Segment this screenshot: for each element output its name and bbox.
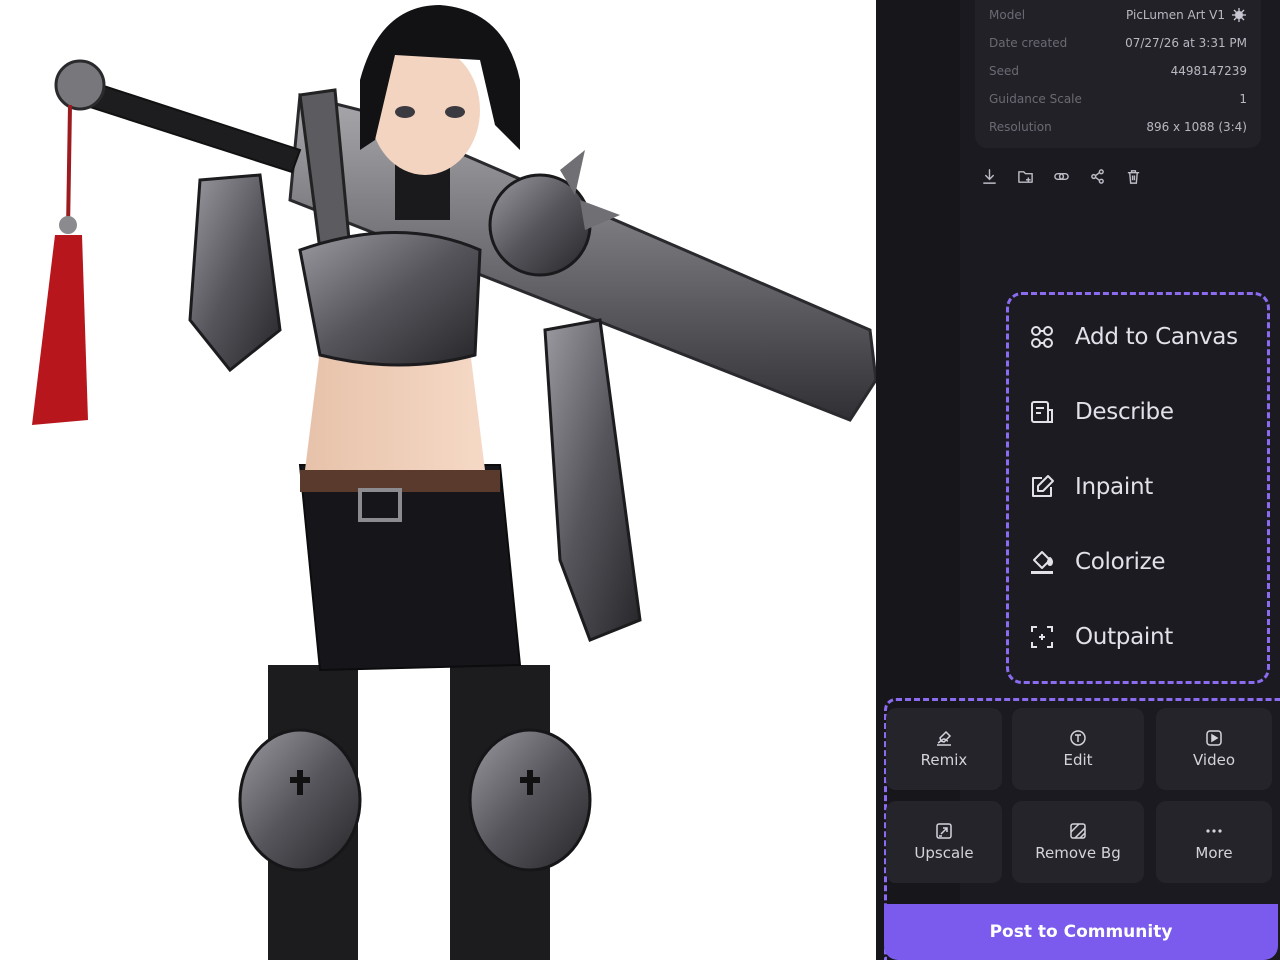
menu-item-outpaint[interactable]: Outpaint — [1027, 612, 1257, 662]
info-label: Seed — [989, 64, 1019, 78]
remove-bg-label: Remove Bg — [1035, 844, 1121, 862]
add-to-folder-button[interactable] — [1014, 164, 1036, 188]
menu-item-inpaint[interactable]: Inpaint — [1027, 462, 1257, 512]
trash-icon — [1127, 169, 1139, 184]
menu-item-label: Add to Canvas — [1075, 324, 1238, 350]
download-icon — [982, 168, 996, 184]
link-icon — [1053, 172, 1069, 180]
menu-item-label: Inpaint — [1075, 474, 1153, 500]
info-value: 4498147239 — [1170, 64, 1247, 78]
canvas-nodes-icon — [1027, 322, 1057, 352]
describe-doc-icon — [1027, 397, 1057, 427]
info-label: Date created — [989, 36, 1068, 50]
more-button[interactable]: More — [1156, 801, 1272, 883]
image-toolbar — [978, 164, 1144, 188]
info-label: Model — [989, 8, 1026, 22]
delete-button[interactable] — [1122, 164, 1144, 188]
share-button[interactable] — [1086, 164, 1108, 188]
video-label: Video — [1192, 751, 1236, 769]
upscale-button[interactable]: Upscale — [886, 801, 1002, 883]
app-root: Model PicLumen Art V1 Date created 07/27… — [0, 0, 1280, 960]
info-label: Guidance Scale — [989, 92, 1082, 106]
folder-add-icon — [1017, 170, 1033, 183]
video-play-icon — [1206, 730, 1222, 746]
menu-item-add-to-canvas[interactable]: Add to Canvas — [1027, 312, 1257, 362]
upscale-label: Upscale — [914, 844, 974, 862]
info-row-date: Date created 07/27/26 at 3:31 PM — [989, 33, 1247, 53]
menu-item-label: Describe — [1075, 399, 1174, 425]
info-row-resolution: Resolution 896 x 1088 (3:4) — [989, 117, 1247, 137]
info-value: PicLumen Art V1 — [1126, 8, 1225, 22]
share-icon — [1090, 168, 1104, 184]
upscale-icon — [936, 823, 952, 839]
post-to-community-button[interactable]: Post to Community — [884, 904, 1278, 960]
more-tools-menu: Add to Canvas Describe Inpaint Colorize … — [1006, 292, 1270, 684]
model-badge-icon — [1232, 8, 1246, 22]
download-button[interactable] — [978, 164, 1000, 188]
remix-icon — [937, 730, 952, 746]
menu-item-colorize[interactable]: Colorize — [1027, 537, 1257, 587]
info-row-model: Model PicLumen Art V1 — [989, 5, 1247, 25]
video-button[interactable]: Video — [1156, 708, 1272, 790]
more-label: More — [1195, 844, 1233, 862]
menu-item-describe[interactable]: Describe — [1027, 387, 1257, 437]
info-label: Resolution — [989, 120, 1052, 134]
menu-item-label: Outpaint — [1075, 624, 1173, 650]
remove-bg-button[interactable]: Remove Bg — [1012, 801, 1144, 883]
info-value: 896 x 1088 (3:4) — [1146, 120, 1247, 134]
edit-text-icon — [1070, 730, 1086, 746]
remix-button[interactable]: Remix — [886, 708, 1002, 790]
paint-bucket-icon — [1027, 547, 1057, 577]
info-value-wrap: PicLumen Art V1 — [1126, 7, 1247, 23]
armored-warrior-illustration — [32, 5, 876, 960]
info-value: 07/27/26 at 3:31 PM — [1125, 36, 1247, 50]
remix-label: Remix — [920, 751, 968, 769]
edit-button[interactable]: Edit — [1012, 708, 1144, 790]
info-value: 1 — [1239, 92, 1247, 106]
copy-link-button[interactable] — [1050, 164, 1072, 188]
generated-image[interactable] — [0, 0, 876, 960]
menu-item-label: Colorize — [1075, 549, 1166, 575]
more-dots-icon — [1206, 829, 1222, 833]
edit-label: Edit — [1063, 751, 1093, 769]
remove-background-icon — [1070, 823, 1086, 839]
inpaint-edit-icon — [1027, 472, 1057, 502]
image-info-card: Model PicLumen Art V1 Date created 07/27… — [975, 0, 1261, 148]
expand-frame-icon — [1027, 622, 1057, 652]
info-row-guidance: Guidance Scale 1 — [989, 89, 1247, 109]
info-row-seed: Seed 4498147239 — [989, 61, 1247, 81]
